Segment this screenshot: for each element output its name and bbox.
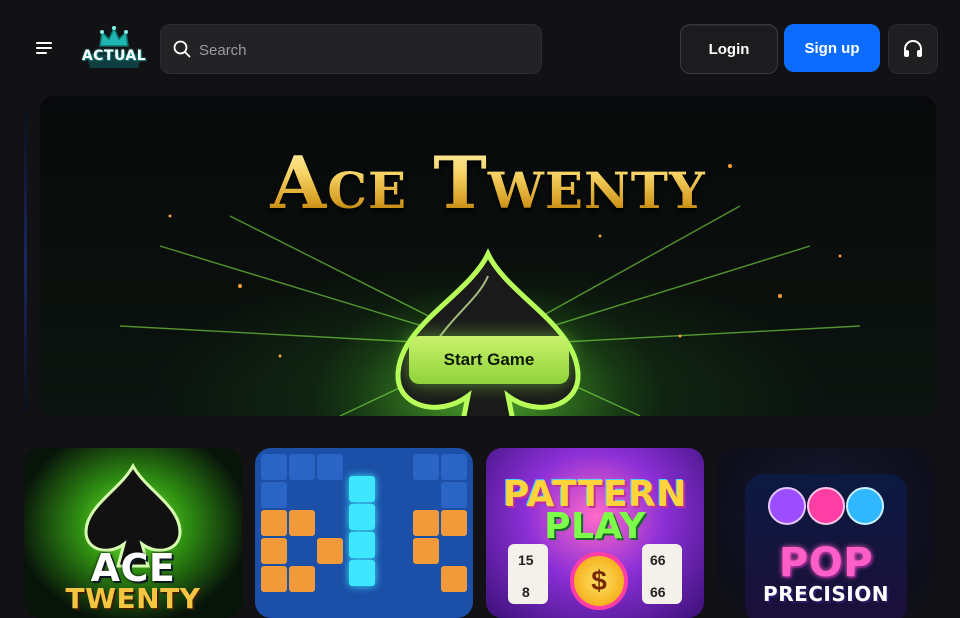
signup-button[interactable]: Sign up (784, 24, 880, 72)
hero-banner[interactable]: Ace Twenty Start Game (40, 96, 936, 416)
game-tile-ace-twenty[interactable]: ACE TWENTY (24, 448, 242, 618)
tile-title-line2: TWENTY (65, 582, 201, 615)
bingo-number: 66 (650, 584, 666, 600)
login-button[interactable]: Login (680, 24, 778, 74)
hamburger-menu-icon[interactable] (30, 36, 58, 60)
bingo-number: 15 (518, 552, 534, 568)
block-grid-artwork (255, 448, 473, 618)
dollar-coin-icon: $ (570, 552, 628, 610)
game-tile-pop-precision[interactable]: POP PRECISION (717, 448, 935, 618)
bubbles-icon (768, 487, 884, 525)
game-tiles-row: ACE TWENTY PATTERN PLAY 15 66 8 66 $ POP… (24, 448, 960, 618)
bingo-number: 66 (650, 552, 666, 568)
hero-title: Ace Twenty (40, 140, 936, 225)
site-logo[interactable]: ACTUAL (80, 24, 148, 74)
logo-text: ACTUAL (81, 48, 147, 64)
game-tile-block-puzzle[interactable] (255, 448, 473, 618)
support-button[interactable] (888, 24, 938, 74)
search-input[interactable] (197, 25, 531, 75)
bingo-number: 8 (522, 584, 530, 600)
spade-icon (395, 248, 581, 416)
previous-slide-edge[interactable] (24, 112, 27, 412)
search-bar[interactable] (160, 24, 542, 75)
tile-title-line2: PLAY (544, 506, 646, 547)
tile-title-line1: POP (778, 540, 874, 586)
top-navigation-bar: ACTUAL Login Sign up (0, 0, 960, 96)
game-tile-pattern-play[interactable]: PATTERN PLAY 15 66 8 66 $ (486, 448, 704, 618)
search-icon (173, 40, 191, 58)
headset-icon (904, 40, 922, 57)
start-game-button[interactable]: Start Game (409, 336, 569, 384)
tile-title-line2: PRECISION (763, 582, 889, 606)
